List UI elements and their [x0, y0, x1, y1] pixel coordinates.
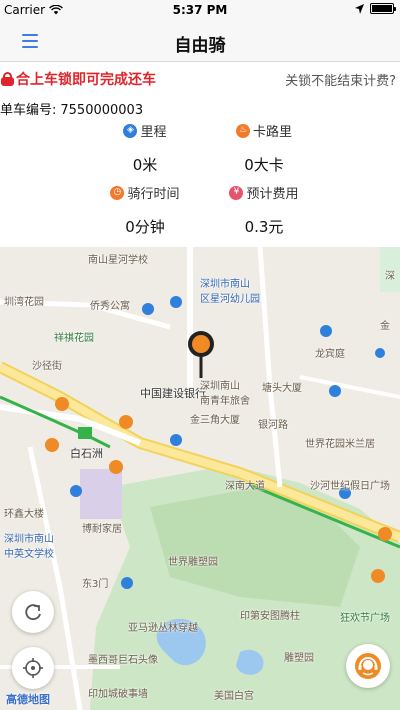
stat-distance: ◈ 里程 0米 — [85, 121, 205, 175]
status-right-group — [355, 3, 396, 14]
map-label: 狂欢节广场 — [340, 613, 390, 624]
stat-distance-label: 里程 — [140, 125, 167, 140]
map-label: 金三角大厦 — [190, 415, 240, 426]
stat-duration-label: 骑行时间 — [127, 187, 180, 202]
stat-calories-label: 卡路里 — [252, 125, 292, 140]
map-label: 沙径街 — [32, 361, 62, 372]
map-view[interactable]: 南山星河学校 深圳市南山 区星河幼儿园 深 圳湾花园 侨秀公寓 祥祺花园 金 沙径… — [0, 247, 400, 710]
map-label: 深 — [385, 271, 395, 282]
map-label: 龙宾庭 — [315, 349, 345, 360]
stat-cost: ¥ 预计费用 0.3元 — [204, 183, 324, 237]
flame-icon: ♨ — [235, 123, 250, 138]
amap-logo: 高德地图 — [6, 693, 50, 706]
map-label: 金 — [380, 321, 390, 332]
refresh-button[interactable] — [12, 591, 54, 633]
bike-number-label: 单车编号: — [0, 103, 57, 118]
navigation-bar: 自由骑 — [0, 20, 400, 62]
map-label: 雕塑园 — [284, 653, 314, 664]
map-label: 南山星河学校 — [88, 255, 148, 266]
status-bar: Carrier 5:37 PM — [0, 0, 400, 20]
stat-cost-label: 预计费用 — [246, 187, 299, 202]
map-label: 博耐家居 — [82, 524, 122, 535]
map-label: 沙河世纪假日广场 — [310, 481, 390, 492]
lock-warning: 合上车锁即可完成还车 — [0, 69, 156, 89]
headset-icon — [355, 653, 381, 679]
battery-icon — [370, 3, 396, 14]
map-label: 墨西哥巨石头像 — [88, 655, 158, 666]
stat-calories-value: 0大卡 — [244, 156, 284, 174]
yen-icon: ¥ — [229, 185, 244, 200]
map-label: 世界雕塑园 — [168, 557, 218, 568]
map-label: 美国白宫 — [214, 691, 254, 702]
lock-help-link[interactable]: 关锁不能结束计费? — [285, 70, 396, 89]
map-label: 中国建设银行 — [140, 387, 206, 400]
stat-distance-value: 0米 — [132, 156, 158, 174]
map-label: 深南大道 — [225, 481, 265, 492]
clock-icon: ◷ — [110, 185, 125, 200]
stat-calories: ♨ 卡路里 0大卡 — [204, 121, 324, 175]
map-label: 东3门 — [82, 579, 109, 590]
bike-number-value: 7550000003 — [60, 103, 144, 118]
lock-warning-text: 合上车锁即可完成还车 — [16, 72, 156, 88]
map-label: 印加城破事墙 — [88, 689, 148, 700]
map-label: 环鑫大楼 — [4, 509, 44, 520]
lock-icon — [0, 72, 15, 86]
map-label: 深圳市南山 中英文学校 — [4, 534, 54, 560]
distance-icon: ◈ — [123, 123, 138, 138]
stat-cost-value: 0.3元 — [244, 218, 284, 236]
page-title: 自由骑 — [174, 36, 226, 56]
map-label: 亚马逊丛林穿越 — [128, 623, 198, 634]
locate-button[interactable] — [12, 647, 54, 689]
map-label: 侨秀公寓 — [90, 301, 130, 312]
location-pin-icon — [188, 331, 214, 378]
map-label: 白石洲 — [70, 447, 103, 460]
crosshair-icon — [23, 658, 43, 678]
stat-duration: ◷ 骑行时间 0分钟 — [85, 183, 205, 237]
map-label: 祥祺花园 — [54, 333, 94, 344]
bike-number-row: 单车编号: 7550000003 — [0, 99, 143, 118]
stat-duration-value: 0分钟 — [125, 218, 165, 236]
map-label: 印第安图腾柱 — [240, 611, 300, 622]
map-label: 深圳市南山 区星河幼儿园 — [200, 279, 260, 305]
customer-service-button[interactable] — [346, 644, 390, 688]
clock: 5:37 PM — [172, 3, 228, 17]
location-arrow-icon — [355, 3, 364, 14]
refresh-icon — [25, 604, 41, 621]
map-label: 世界花园米兰居 — [305, 439, 375, 450]
map-label: 银河路 — [258, 420, 288, 431]
map-label: 塘头大厦 — [262, 383, 302, 394]
lock-status-row: 合上车锁即可完成还车 关锁不能结束计费? — [0, 67, 400, 89]
map-label: 圳湾花园 — [4, 297, 44, 308]
map-label: 深圳南山 南青年旅舍 — [200, 381, 250, 407]
